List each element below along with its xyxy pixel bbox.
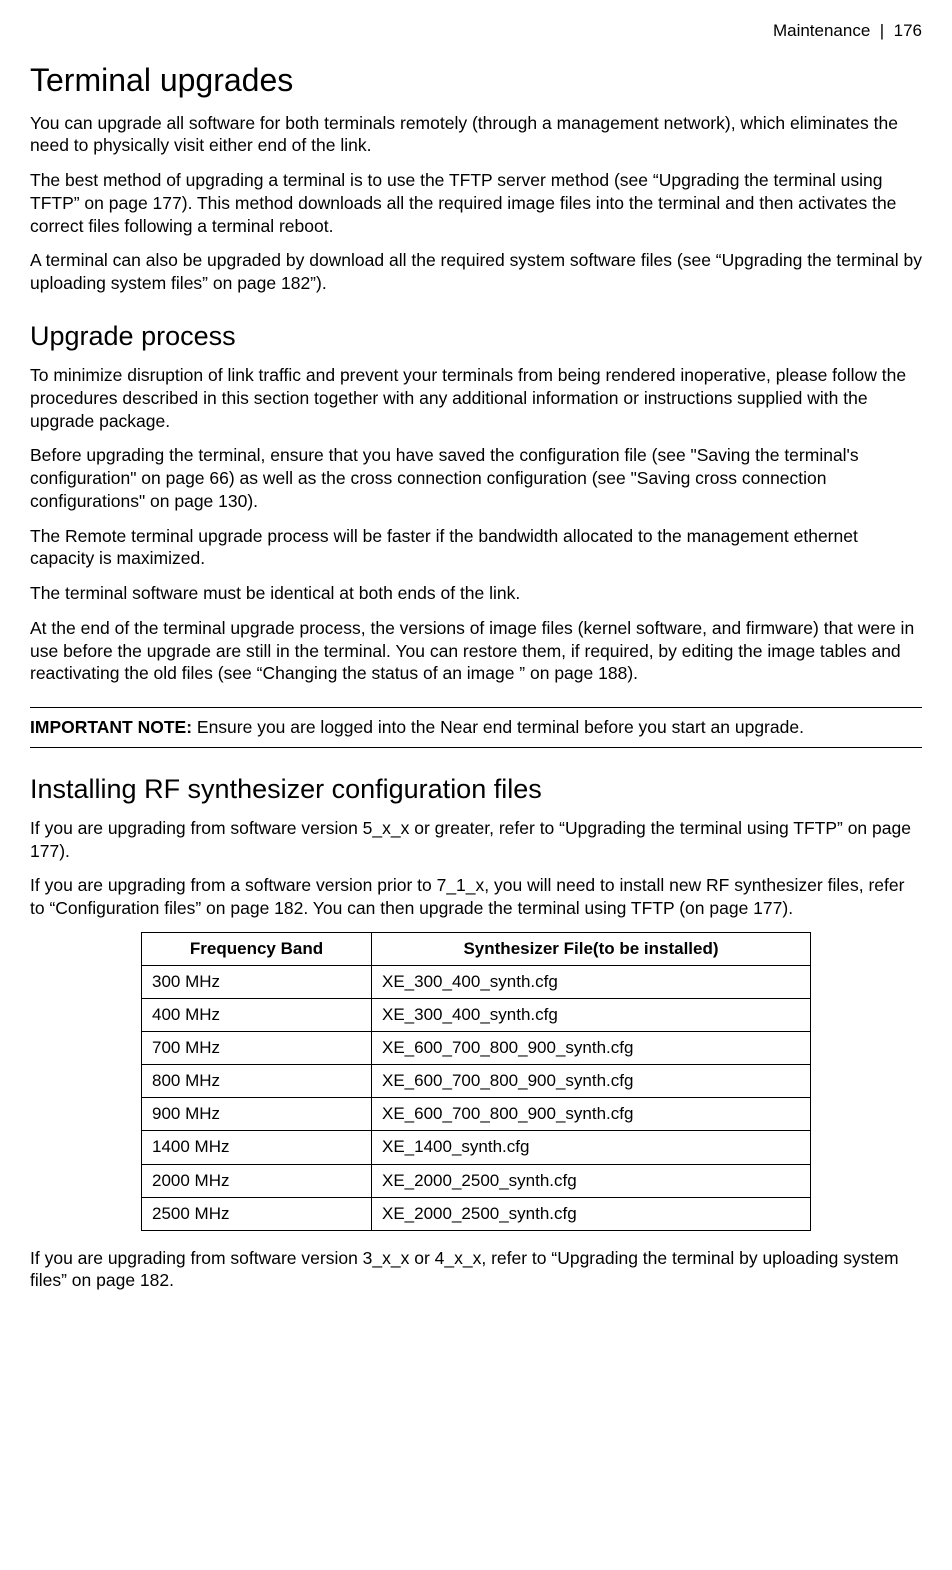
table-row: 900 MHz XE_600_700_800_900_synth.cfg [142,1098,811,1131]
table-cell: XE_600_700_800_900_synth.cfg [372,1065,811,1098]
table-row: 700 MHz XE_600_700_800_900_synth.cfg [142,1032,811,1065]
paragraph: Before upgrading the terminal, ensure th… [30,444,922,512]
header-sep: | [880,21,884,40]
table-cell: 2500 MHz [142,1197,372,1230]
paragraph: To minimize disruption of link traffic a… [30,364,922,432]
synth-file-table: Frequency Band Synthesizer File(to be in… [141,932,811,1231]
table-cell: 2000 MHz [142,1164,372,1197]
table-cell: 900 MHz [142,1098,372,1131]
important-note: IMPORTANT NOTE: Ensure you are logged in… [30,707,922,748]
table-cell: 400 MHz [142,999,372,1032]
table-header-row: Frequency Band Synthesizer File(to be in… [142,932,811,965]
table-row: 300 MHz XE_300_400_synth.cfg [142,965,811,998]
section-heading-upgrade-process: Upgrade process [30,319,922,354]
table-cell: XE_2000_2500_synth.cfg [372,1164,811,1197]
paragraph: If you are upgrading from software versi… [30,1247,922,1293]
page-title: Terminal upgrades [30,60,922,102]
table-cell: 700 MHz [142,1032,372,1065]
header-page: 176 [894,21,922,40]
table-cell: 800 MHz [142,1065,372,1098]
table-cell: 1400 MHz [142,1131,372,1164]
table-row: 2000 MHz XE_2000_2500_synth.cfg [142,1164,811,1197]
table-cell: XE_2000_2500_synth.cfg [372,1197,811,1230]
table-row: 1400 MHz XE_1400_synth.cfg [142,1131,811,1164]
table-header-cell: Synthesizer File(to be installed) [372,932,811,965]
paragraph: If you are upgrading from software versi… [30,817,922,863]
paragraph: The terminal software must be identical … [30,582,922,605]
paragraph: If you are upgrading from a software ver… [30,874,922,920]
note-text: Ensure you are logged into the Near end … [192,717,804,737]
table-row: 400 MHz XE_300_400_synth.cfg [142,999,811,1032]
section-heading-rf-synth: Installing RF synthesizer configuration … [30,772,922,807]
page-header: Maintenance | 176 [30,20,922,42]
table-cell: XE_600_700_800_900_synth.cfg [372,1098,811,1131]
table-cell: XE_1400_synth.cfg [372,1131,811,1164]
table-cell: 300 MHz [142,965,372,998]
table-cell: XE_300_400_synth.cfg [372,965,811,998]
table-row: 2500 MHz XE_2000_2500_synth.cfg [142,1197,811,1230]
note-label: IMPORTANT NOTE: [30,717,192,737]
table-header-cell: Frequency Band [142,932,372,965]
paragraph: You can upgrade all software for both te… [30,112,922,158]
paragraph: The Remote terminal upgrade process will… [30,525,922,571]
paragraph: A terminal can also be upgraded by downl… [30,249,922,295]
paragraph: At the end of the terminal upgrade proce… [30,617,922,685]
header-section: Maintenance [773,21,870,40]
table-row: 800 MHz XE_600_700_800_900_synth.cfg [142,1065,811,1098]
paragraph: The best method of upgrading a terminal … [30,169,922,237]
table-cell: XE_600_700_800_900_synth.cfg [372,1032,811,1065]
table-cell: XE_300_400_synth.cfg [372,999,811,1032]
